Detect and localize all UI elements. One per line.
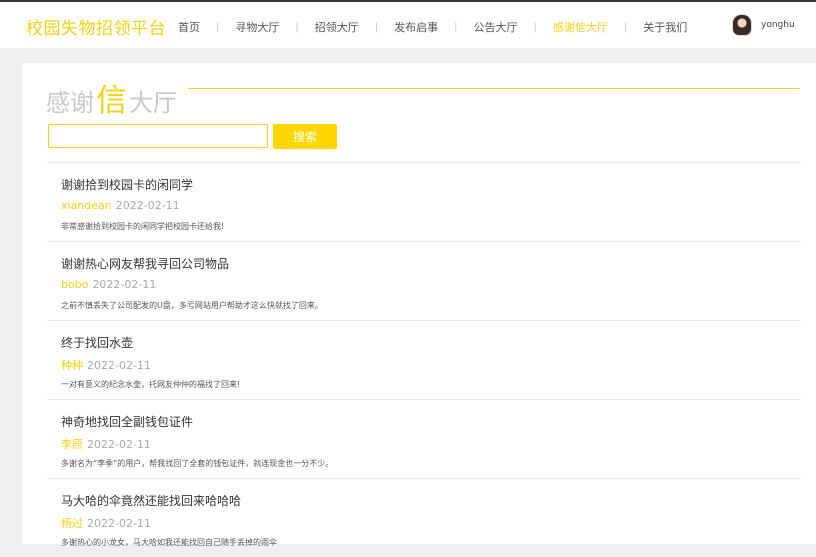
avatar[interactable] [732, 14, 752, 36]
nav-separator: | [454, 21, 458, 33]
list-item[interactable]: 谢谢拾到校园卡的闲同学 xiandean 2022-02-11 非常感谢拾到校园卡… [47, 162, 801, 241]
nav-separator: | [623, 21, 628, 33]
letter-date: 2022-02-11 [92, 278, 157, 291]
letter-title[interactable]: 终于找回水壶 [61, 334, 133, 351]
nav-separator: | [374, 21, 379, 33]
letter-excerpt: 之前不慎丢失了公司配发的U盘，多亏网站用户帮助才这么快就找了回来。 [61, 301, 323, 310]
section-title-prefix: 感谢 [46, 89, 94, 117]
letter-meta: xiandean 2022-02-11 [61, 199, 180, 212]
letter-date: 2022-02-11 [87, 517, 151, 530]
username[interactable]: yonghu [761, 20, 795, 30]
search-button[interactable]: 搜索 [273, 124, 337, 149]
list-item[interactable]: 神奇地找回全副钱包证件 李原 2022-02-11 多谢名为“李季”的用户，帮我找… [47, 399, 801, 478]
letter-meta: 杨过 2022-02-11 [61, 515, 151, 531]
list-item[interactable]: 终于找回水壶 种种 2022-02-11 一对有意义的纪念水壶，托网友仲仲的福找了… [47, 320, 801, 399]
letter-meta: 种种 2022-02-11 [61, 357, 151, 373]
letter-excerpt: 一对有意义的纪念水壶，托网友仲仲的福找了回来! [61, 380, 241, 389]
letter-meta: 李原 2022-02-11 [61, 436, 151, 452]
section-title-suffix: 大厅 [129, 89, 177, 117]
nav-notice-hall[interactable]: 公告大厅 [474, 19, 518, 35]
letter-author[interactable]: bobo [61, 278, 88, 291]
nav-found-hall[interactable]: 招领大厅 [315, 19, 359, 35]
brand-logo[interactable]: 校园失物招领平台 [26, 14, 166, 39]
nav-home[interactable]: 首页 [178, 19, 200, 35]
letter-author[interactable]: 种种 [61, 359, 83, 372]
nav-publish[interactable]: 发布启事 [394, 19, 438, 35]
list-item[interactable]: 谢谢热心网友帮我寻回公司物品 bobo 2022-02-11 之前不慎丢失了公司配… [47, 241, 801, 320]
nav-separator: | [295, 21, 299, 33]
letter-date: 2022-02-11 [87, 438, 151, 451]
letter-author[interactable]: 李原 [61, 438, 83, 451]
section-title-highlight: 信 [96, 83, 127, 119]
letter-date: 2022-02-11 [115, 199, 180, 212]
section-title: 感谢 信 大厅 [46, 75, 177, 120]
letter-author[interactable]: xiandean [61, 199, 112, 212]
letter-excerpt: 非常感谢拾到校园卡的闲同学把校园卡还给我! [61, 222, 225, 231]
letter-meta: bobo 2022-02-11 [61, 278, 156, 291]
letter-title[interactable]: 谢谢拾到校园卡的闲同学 [61, 176, 193, 193]
search-input[interactable] [48, 124, 268, 148]
letter-excerpt: 多谢名为“李季”的用户，帮我找回了全套的钱包证件，就连现金也一分不少。 [61, 459, 334, 468]
title-divider [188, 88, 800, 89]
thanks-letter-list: 谢谢拾到校园卡的闲同学 xiandean 2022-02-11 非常感谢拾到校园卡… [47, 162, 801, 557]
letter-title[interactable]: 马大哈的伞竟然还能找回来哈哈哈 [61, 492, 241, 509]
letter-excerpt: 多谢热心的小龙女，马大哈如我还能找回自己随手丢掉的雨伞 [61, 538, 277, 547]
letter-title[interactable]: 神奇地找回全副钱包证件 [61, 413, 193, 430]
main-nav: 首页 | 寻物大厅 | 招领大厅 | 发布启事 | 公告大厅 | 感谢信大厅 |… [178, 19, 687, 35]
nav-separator: | [216, 21, 220, 33]
letter-date: 2022-02-11 [87, 359, 151, 372]
letter-title[interactable]: 谢谢热心网友帮我寻回公司物品 [61, 255, 229, 272]
thanks-hall-panel: 感谢 信 大厅 搜索 谢谢拾到校园卡的闲同学 xiandean 2022-02-1… [22, 63, 816, 547]
user-menu[interactable]: yonghu [732, 14, 795, 36]
nav-separator: | [533, 21, 537, 33]
top-navbar: 校园失物招领平台 首页 | 寻物大厅 | 招领大厅 | 发布启事 | 公告大厅 … [0, 0, 816, 48]
nav-lost-hall[interactable]: 寻物大厅 [235, 19, 279, 35]
nav-about[interactable]: 关于我们 [643, 19, 687, 35]
letter-author[interactable]: 杨过 [61, 517, 83, 530]
nav-thanks-hall[interactable]: 感谢信大厅 [553, 19, 608, 35]
list-item[interactable]: 马大哈的伞竟然还能找回来哈哈哈 杨过 2022-02-11 多谢热心的小龙女，马大… [47, 478, 801, 557]
